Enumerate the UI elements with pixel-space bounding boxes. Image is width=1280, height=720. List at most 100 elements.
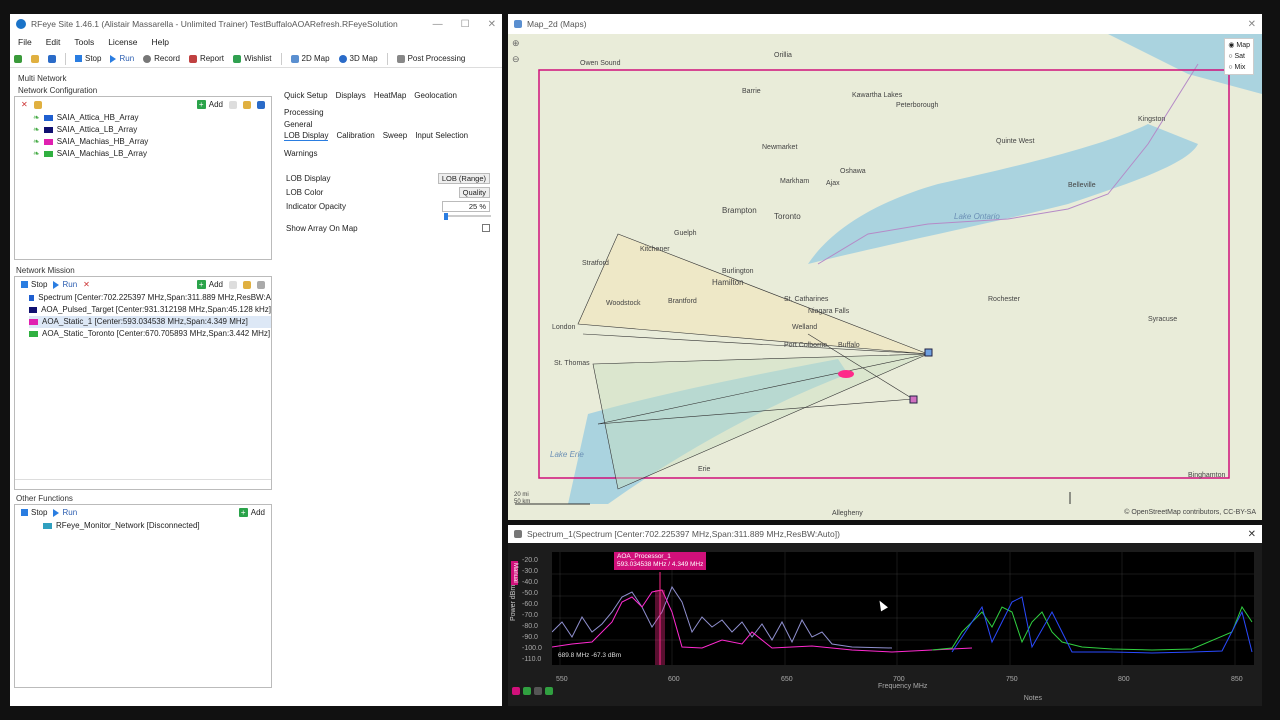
map2d-button[interactable]: 2D Map: [290, 54, 330, 63]
trace-toggle-icon[interactable]: [534, 687, 542, 695]
mission-item[interactable]: AOA_Pulsed_Target [Center:931.312198 MHz…: [29, 304, 271, 316]
subtab-input-selection[interactable]: Input Selection: [415, 131, 468, 141]
mission-delete-icon[interactable]: ✕: [83, 280, 90, 289]
array-item[interactable]: ❧ SAIA_Machias_LB_Array: [33, 148, 271, 160]
city-label: St. Catharines: [784, 296, 829, 303]
city-label: Erie: [698, 466, 711, 473]
map-close-icon[interactable]: ✕: [1248, 19, 1256, 30]
menu-file[interactable]: File: [18, 37, 32, 47]
mission-item[interactable]: Spectrum [Center:702.225397 MHz,Span:311…: [29, 292, 271, 304]
title-bar: RFeye Site 1.46.1 (Alistair Massarella -…: [10, 14, 502, 34]
layer-sat-radio[interactable]: ○ Sat: [1228, 51, 1250, 62]
marker-label[interactable]: AOA_Processor_1 593.034538 MHz / 4.349 M…: [614, 552, 707, 570]
run-button[interactable]: Run: [110, 54, 134, 63]
subtab-warnings[interactable]: Warnings: [284, 149, 318, 158]
minimize-icon[interactable]: —: [433, 19, 443, 30]
menu-license[interactable]: License: [108, 37, 137, 47]
leaf-icon: ❧: [33, 125, 40, 134]
open-folder-icon[interactable]: [31, 54, 39, 63]
close-icon[interactable]: ✕: [488, 19, 496, 30]
stop-button[interactable]: Stop: [75, 54, 101, 63]
save-icon[interactable]: [48, 54, 56, 63]
wishlist-button[interactable]: Wishlist: [232, 54, 272, 63]
open-icon[interactable]: [243, 100, 251, 109]
mission-run-button[interactable]: Run: [53, 280, 77, 289]
tab-displays[interactable]: Displays: [336, 91, 366, 100]
subtab-calibration[interactable]: Calibration: [336, 131, 374, 141]
city-label: Kingston: [1138, 116, 1166, 123]
add-array-button[interactable]: + Add: [196, 100, 223, 109]
record-button[interactable]: Record: [143, 54, 180, 63]
tab-geolocation[interactable]: Geolocation: [414, 91, 457, 100]
mission-item-selected[interactable]: AOA_Static_1 [Center:593.034538 MHz,Span…: [29, 316, 271, 328]
zoom-in-icon[interactable]: ⊕: [512, 38, 520, 49]
open-icon[interactable]: [243, 280, 251, 289]
mission-title: Network Mission: [16, 266, 75, 275]
city-label: Brantford: [668, 298, 697, 305]
lob-display-select[interactable]: LOB (Range): [437, 172, 490, 184]
layer-map-radio[interactable]: ◉ Map: [1228, 40, 1250, 51]
menu-tools[interactable]: Tools: [74, 37, 94, 47]
new-icon[interactable]: [14, 54, 22, 63]
city-label: London: [552, 324, 576, 331]
array-item[interactable]: ❧ SAIA_Machias_HB_Array: [33, 136, 271, 148]
city-label: Owen Sound: [580, 60, 621, 67]
map-canvas[interactable]: ⊕ ⊖ ◉ Map ○ Sat ○ Mix Owen Sound Orillia…: [508, 34, 1262, 520]
export-icon[interactable]: [257, 280, 265, 289]
city-label: Binghamton: [1188, 472, 1226, 479]
mission-stop-button[interactable]: Stop: [21, 280, 47, 289]
lob-color-select[interactable]: Quality: [458, 186, 490, 198]
horizontal-scrollbar[interactable]: [15, 479, 271, 489]
maximize-icon[interactable]: ☐: [461, 19, 470, 30]
stop-icon: [75, 55, 82, 62]
trace-toggle-icon[interactable]: [545, 687, 553, 695]
menu-edit[interactable]: Edit: [46, 37, 61, 47]
post-processing-button[interactable]: Post Processing: [396, 54, 465, 63]
notes-button[interactable]: Notes: [1024, 695, 1042, 702]
tab-quick-setup[interactable]: Quick Setup: [284, 91, 328, 100]
other-run-button[interactable]: Run: [53, 508, 77, 517]
leaf-icon: ❧: [33, 149, 40, 158]
play-icon: [110, 54, 117, 63]
tab-processing[interactable]: Processing: [284, 108, 324, 117]
array-color-swatch: [43, 127, 53, 133]
y-tick: -40.0: [522, 579, 538, 586]
y-tick: -110.0: [522, 656, 542, 663]
spectrum-close-icon[interactable]: ✕: [1248, 529, 1256, 540]
report-button[interactable]: Report: [188, 54, 224, 63]
layer-mix-radio[interactable]: ○ Mix: [1228, 62, 1250, 73]
trace-toggle-icon[interactable]: [523, 687, 531, 695]
folder-icon[interactable]: [33, 100, 42, 109]
mission-add-button[interactable]: + Add: [196, 280, 223, 289]
network-config-title: Network Configuration: [18, 86, 98, 95]
trace-toggle-icon[interactable]: [512, 687, 520, 695]
subtab-lob-display[interactable]: LOB Display: [284, 131, 329, 141]
indicator-opacity-row: Indicator Opacity 25 %: [280, 199, 500, 213]
manual-mode-toggle[interactable]: Manual: [511, 561, 518, 585]
subtab-sweep[interactable]: Sweep: [383, 131, 407, 141]
copy-icon[interactable]: [229, 280, 237, 289]
opacity-slider[interactable]: [280, 213, 500, 221]
copy-icon[interactable]: [229, 100, 237, 109]
map-window-title: Map_2d (Maps): [527, 19, 587, 29]
other-add-button[interactable]: + Add: [238, 508, 265, 517]
leaf-icon: ❧: [33, 113, 40, 122]
opacity-input[interactable]: 25 %: [442, 200, 490, 212]
city-label: Oshawa: [840, 168, 866, 175]
tab-general[interactable]: General: [280, 120, 500, 129]
array-item[interactable]: ❧ SAIA_Attica_HB_Array: [33, 112, 271, 124]
tab-heatmap[interactable]: HeatMap: [374, 91, 406, 100]
array-item[interactable]: ❧ SAIA_Attica_LB_Array: [33, 124, 271, 136]
city-label: Burlington: [722, 268, 754, 275]
monitor-network-item[interactable]: RFeye_Monitor_Network [Disconnected]: [43, 520, 271, 532]
map3d-button[interactable]: 3D Map: [338, 54, 378, 63]
save-config-icon[interactable]: [257, 100, 265, 109]
zoom-out-icon[interactable]: ⊖: [512, 54, 520, 65]
delete-icon[interactable]: ✕: [21, 100, 28, 109]
spectrum-plot[interactable]: AOA_Processor_1 593.034538 MHz / 4.349 M…: [552, 552, 1254, 665]
city-label: Toronto: [774, 212, 801, 221]
other-stop-button[interactable]: Stop: [21, 508, 47, 517]
mission-item[interactable]: AOA_Static_Toronto [Center:670.705893 MH…: [29, 328, 271, 340]
menu-help[interactable]: Help: [152, 37, 169, 47]
show-array-checkbox[interactable]: [482, 224, 490, 232]
